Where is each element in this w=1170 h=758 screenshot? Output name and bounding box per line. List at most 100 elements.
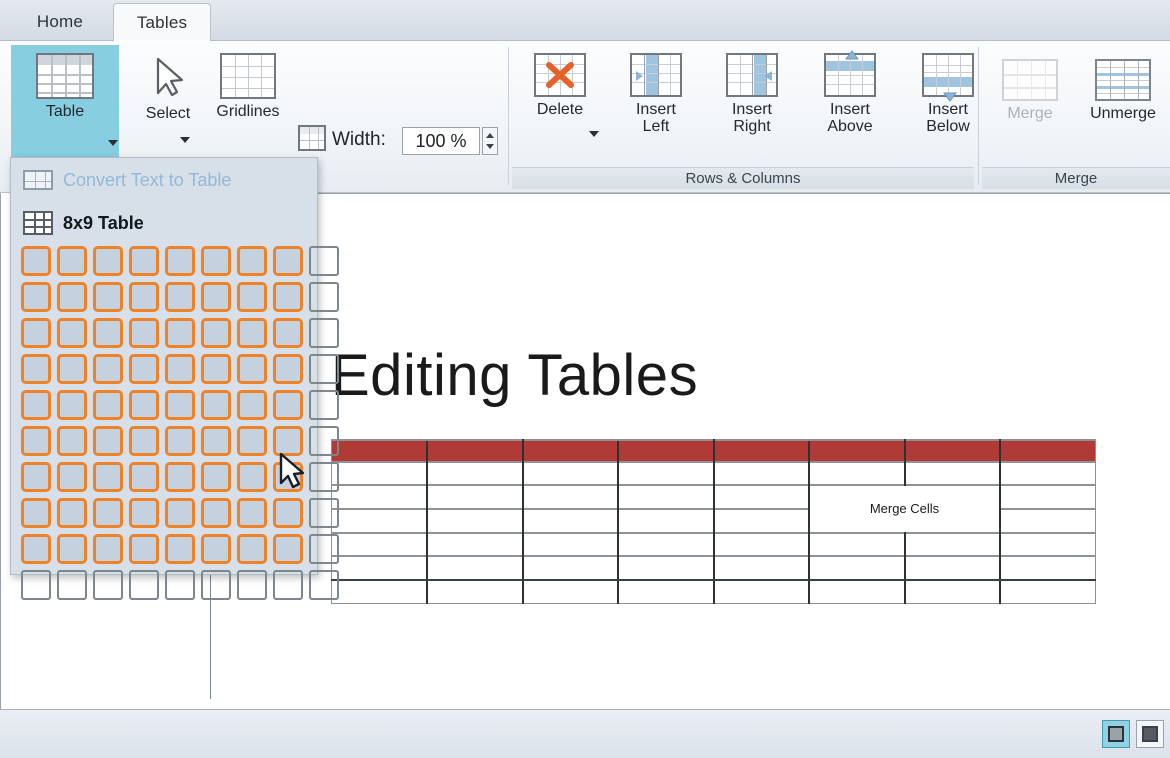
- grid-cell-1-8[interactable]: [273, 246, 303, 276]
- grid-cell-1-4[interactable]: [129, 246, 159, 276]
- unmerge-button[interactable]: Unmerge: [1078, 51, 1168, 123]
- grid-cell-5-8[interactable]: [273, 390, 303, 420]
- grid-cell-9-3[interactable]: [93, 534, 123, 564]
- grid-cell-6-6[interactable]: [201, 426, 231, 456]
- grid-cell-9-6[interactable]: [201, 534, 231, 564]
- grid-cell-9-9[interactable]: [309, 534, 339, 564]
- table-cell[interactable]: [522, 460, 619, 486]
- grid-cell-10-2[interactable]: [57, 570, 87, 600]
- grid-cell-9-8[interactable]: [273, 534, 303, 564]
- grid-cell-4-9[interactable]: [309, 354, 339, 384]
- insert-right-button[interactable]: Insert Right: [704, 45, 800, 136]
- grid-cell-8-9[interactable]: [309, 498, 339, 528]
- grid-cell-4-3[interactable]: [93, 354, 123, 384]
- table-cell[interactable]: [617, 460, 715, 486]
- grid-cell-6-1[interactable]: [21, 426, 51, 456]
- grid-cell-10-3[interactable]: [93, 570, 123, 600]
- table-dropdown-caret-icon[interactable]: [108, 140, 118, 146]
- grid-cell-2-5[interactable]: [165, 282, 195, 312]
- grid-cell-7-4[interactable]: [129, 462, 159, 492]
- grid-cell-3-3[interactable]: [93, 318, 123, 348]
- grid-cell-5-9[interactable]: [309, 390, 339, 420]
- grid-cell-3-1[interactable]: [21, 318, 51, 348]
- table-cell[interactable]: [999, 531, 1096, 557]
- convert-text-to-table-item[interactable]: Convert Text to Table: [11, 160, 317, 200]
- grid-cell-9-1[interactable]: [21, 534, 51, 564]
- grid-cell-3-7[interactable]: [237, 318, 267, 348]
- grid-cell-5-5[interactable]: [165, 390, 195, 420]
- grid-cell-2-9[interactable]: [309, 282, 339, 312]
- table-cell[interactable]: [999, 507, 1096, 534]
- grid-cell-7-3[interactable]: [93, 462, 123, 492]
- document-table[interactable]: Merge Cells: [331, 439, 1096, 604]
- table-cell[interactable]: [713, 484, 810, 510]
- tab-tables[interactable]: Tables: [113, 3, 211, 41]
- table-cell[interactable]: [331, 555, 428, 581]
- grid-cell-10-7[interactable]: [237, 570, 267, 600]
- grid-cell-2-3[interactable]: [93, 282, 123, 312]
- grid-cell-7-7[interactable]: [237, 462, 267, 492]
- table-cell[interactable]: [999, 578, 1096, 604]
- grid-cell-10-5[interactable]: [165, 570, 195, 600]
- grid-cell-6-5[interactable]: [165, 426, 195, 456]
- table-cell[interactable]: [713, 531, 810, 557]
- select-button[interactable]: Select: [124, 45, 212, 123]
- grid-cell-2-7[interactable]: [237, 282, 267, 312]
- table-cell[interactable]: [617, 484, 715, 510]
- grid-cell-2-2[interactable]: [57, 282, 87, 312]
- grid-cell-7-6[interactable]: [201, 462, 231, 492]
- grid-cell-9-5[interactable]: [165, 534, 195, 564]
- grid-cell-10-9[interactable]: [309, 570, 339, 600]
- table-cell[interactable]: [426, 460, 524, 486]
- grid-cell-5-1[interactable]: [21, 390, 51, 420]
- grid-cell-1-1[interactable]: [21, 246, 51, 276]
- grid-cell-8-7[interactable]: [237, 498, 267, 528]
- delete-dropdown-caret-icon[interactable]: [589, 131, 599, 137]
- table-cell[interactable]: [617, 555, 715, 581]
- table-cell[interactable]: [808, 460, 906, 486]
- grid-cell-3-5[interactable]: [165, 318, 195, 348]
- grid-cell-9-2[interactable]: [57, 534, 87, 564]
- grid-cell-3-4[interactable]: [129, 318, 159, 348]
- table-cell[interactable]: [522, 578, 619, 604]
- select-dropdown-caret-icon[interactable]: [180, 137, 190, 143]
- grid-cell-2-1[interactable]: [21, 282, 51, 312]
- header-cell[interactable]: [522, 439, 619, 463]
- merged-cell[interactable]: Merge Cells: [808, 484, 1001, 534]
- width-spinner[interactable]: [482, 127, 498, 155]
- grid-cell-2-6[interactable]: [201, 282, 231, 312]
- grid-cell-5-7[interactable]: [237, 390, 267, 420]
- slide-view-button[interactable]: [1136, 720, 1164, 748]
- grid-cell-7-9[interactable]: [309, 462, 339, 492]
- grid-cell-10-8[interactable]: [273, 570, 303, 600]
- grid-cell-8-4[interactable]: [129, 498, 159, 528]
- grid-cell-9-7[interactable]: [237, 534, 267, 564]
- table-button[interactable]: Table: [11, 45, 119, 163]
- grid-cell-3-6[interactable]: [201, 318, 231, 348]
- table-cell[interactable]: [617, 531, 715, 557]
- header-cell[interactable]: [617, 439, 715, 463]
- grid-cell-1-2[interactable]: [57, 246, 87, 276]
- table-cell[interactable]: [713, 460, 810, 486]
- table-cell[interactable]: [426, 484, 524, 510]
- grid-cell-3-2[interactable]: [57, 318, 87, 348]
- grid-cell-4-5[interactable]: [165, 354, 195, 384]
- table-cell[interactable]: [903, 460, 1001, 486]
- table-cell[interactable]: [999, 555, 1096, 581]
- insert-left-button[interactable]: Insert Left: [612, 45, 700, 136]
- width-input[interactable]: 100 %: [402, 127, 480, 155]
- grid-cell-6-3[interactable]: [93, 426, 123, 456]
- grid-cell-8-5[interactable]: [165, 498, 195, 528]
- grid-cell-8-3[interactable]: [93, 498, 123, 528]
- grid-cell-5-2[interactable]: [57, 390, 87, 420]
- grid-cell-4-1[interactable]: [21, 354, 51, 384]
- table-cell[interactable]: [522, 531, 619, 557]
- insert-above-button[interactable]: Insert Above: [802, 45, 898, 136]
- table-cell[interactable]: [426, 531, 524, 557]
- table-cell[interactable]: [999, 460, 1096, 486]
- table-cell[interactable]: [331, 578, 428, 604]
- table-cell[interactable]: [808, 555, 906, 581]
- table-cell[interactable]: [713, 578, 810, 604]
- table-cell[interactable]: [903, 578, 1001, 604]
- grid-cell-6-9[interactable]: [309, 426, 339, 456]
